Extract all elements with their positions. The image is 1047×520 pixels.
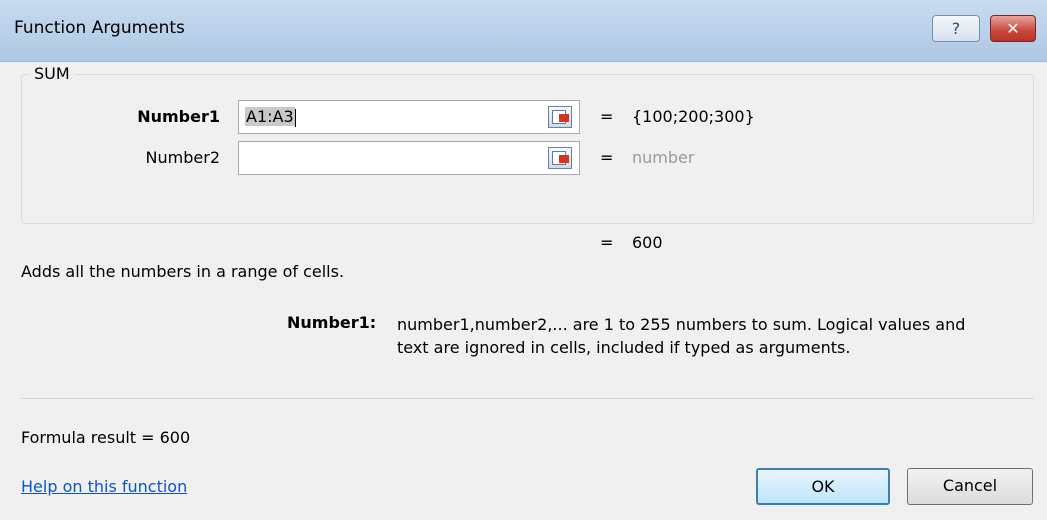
help-arg-label: Number1: [287, 313, 377, 332]
help-line-1: number1,number2,... are 1 to 255 numbers… [397, 315, 966, 334]
cancel-button[interactable]: Cancel [907, 468, 1033, 505]
function-description: Adds all the numbers in a range of cells… [21, 262, 345, 281]
collapse-dialog-icon[interactable] [548, 147, 572, 169]
help-on-function-link[interactable]: Help on this function [21, 477, 187, 496]
function-name: SUM [30, 64, 74, 83]
result-value: 600 [632, 233, 663, 252]
number2-evaluated: number [632, 148, 695, 167]
number2-equals: = [600, 148, 614, 167]
help-icon[interactable]: ? [932, 15, 980, 42]
help-arg-description: number1,number2,... are 1 to 255 numbers… [397, 313, 1037, 359]
number1-input[interactable]: A1:A3 [238, 100, 580, 134]
close-icon[interactable]: ✕ [990, 15, 1036, 42]
number1-label: Number1 [137, 107, 220, 126]
result-equals: = [600, 233, 614, 252]
collapse-dialog-icon[interactable] [548, 106, 572, 128]
number1-equals: = [600, 107, 614, 126]
formula-result: Formula result = 600 [21, 428, 191, 447]
number2-label: Number2 [145, 148, 220, 167]
help-line-2: text are ignored in cells, included if t… [397, 338, 851, 357]
text-caret [294, 108, 296, 127]
ok-button[interactable]: OK [756, 468, 890, 505]
title-bar: Function Arguments ? ✕ [0, 0, 1047, 62]
window-title: Function Arguments [14, 18, 185, 38]
number1-value: A1:A3 [245, 107, 295, 126]
divider [21, 398, 1034, 399]
number1-evaluated: {100;200;300} [632, 107, 755, 126]
number2-input[interactable] [238, 141, 580, 175]
